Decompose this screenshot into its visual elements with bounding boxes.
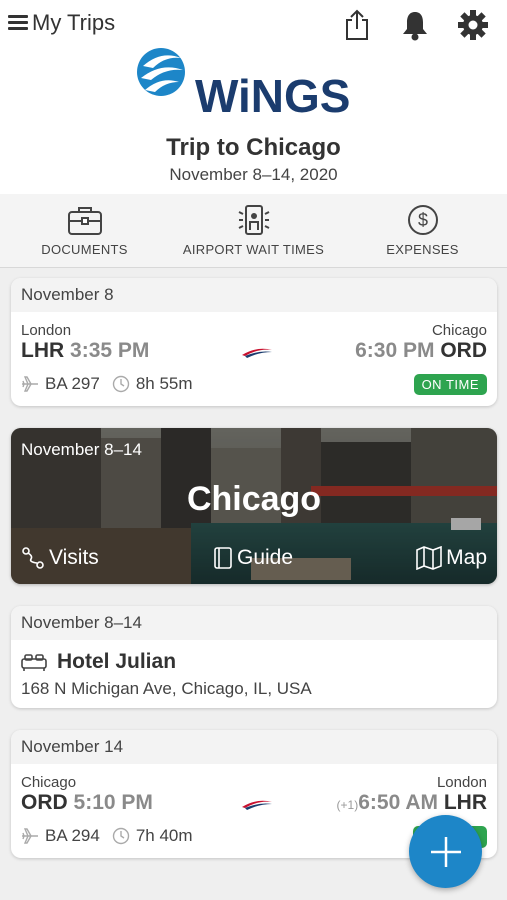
city-card-chicago[interactable]: November 8–14 Chicago Visits Guide Map	[11, 428, 497, 584]
expenses-button[interactable]: $ EXPENSES	[338, 194, 507, 267]
add-button[interactable]	[409, 815, 482, 888]
airline-logo-icon	[242, 348, 272, 358]
map-icon	[416, 546, 442, 570]
plane-icon	[22, 376, 38, 392]
destination-code: LHR	[443, 791, 487, 814]
arrival-time: 6:30 PM	[355, 339, 435, 362]
guide-button[interactable]: Guide	[213, 546, 293, 570]
airport-wait-times-button[interactable]: AIRPORT WAIT TIMES	[169, 194, 338, 267]
top-bar: My Trips	[0, 0, 507, 52]
documents-label: DOCUMENTS	[41, 242, 128, 257]
route-icon	[22, 547, 44, 569]
origin-code: LHR	[21, 339, 65, 362]
briefcase-icon	[67, 207, 102, 235]
clock-icon	[112, 375, 130, 393]
book-icon	[214, 547, 232, 569]
svg-text:WiNGS: WiNGS	[195, 70, 350, 116]
flight-duration: 7h 40m	[135, 826, 193, 845]
map-button[interactable]: Map	[416, 546, 487, 570]
hotel-card[interactable]: November 8–14 Hotel Julian 168 N Michiga…	[11, 606, 497, 708]
bell-icon[interactable]	[399, 8, 431, 42]
bed-icon	[21, 654, 47, 671]
wings-logo: WiNGS	[135, 46, 375, 122]
menu-label: My Trips	[32, 10, 116, 35]
expenses-label: EXPENSES	[386, 242, 459, 257]
origin-city: London	[21, 322, 72, 339]
destination-city: Chicago	[431, 322, 487, 339]
clock-icon	[112, 827, 130, 845]
departure-time: 5:10 PM	[73, 791, 153, 814]
gear-icon[interactable]	[457, 8, 489, 42]
flight-number: BA 297	[45, 374, 100, 393]
day-offset: (+1)	[336, 798, 359, 812]
hotel-address: 168 N Michigan Ave, Chicago, IL, USA	[21, 679, 312, 698]
destination-city: London	[436, 774, 487, 791]
plane-icon	[22, 828, 38, 844]
airport-icon	[238, 205, 269, 235]
airport-wait-times-label: AIRPORT WAIT TIMES	[182, 242, 325, 257]
svg-text:$: $	[417, 210, 427, 230]
plus-icon	[430, 836, 461, 867]
origin-city: Chicago	[21, 774, 77, 791]
dollar-icon: $	[407, 205, 438, 235]
trip-dates: November 8–14, 2020	[169, 165, 338, 184]
city-dates: November 8–14	[21, 440, 142, 459]
departure-time: 3:35 PM	[70, 339, 150, 362]
flight-card-outbound[interactable]: November 8 London Chicago LHR 3:35 PM 6:…	[11, 278, 497, 406]
hotel-name: Hotel Julian	[57, 650, 177, 673]
hotel-dates: November 8–14	[11, 606, 497, 640]
documents-button[interactable]: DOCUMENTS	[0, 194, 169, 267]
header: My Trips WiNGS Trip to Chicago November …	[0, 0, 507, 194]
airline-logo-icon	[242, 800, 272, 810]
flight-date: November 8	[11, 278, 497, 312]
guide-label: Guide	[237, 546, 294, 569]
trip-title: Trip to Chicago	[166, 134, 341, 161]
visits-button[interactable]: Visits	[21, 546, 99, 570]
status-badge: ON TIME	[413, 374, 487, 395]
city-name: Chicago	[186, 480, 322, 518]
origin-code: ORD	[21, 791, 68, 814]
destination-code: ORD	[440, 339, 487, 362]
map-label: Map	[446, 546, 487, 569]
visits-label: Visits	[49, 546, 99, 569]
share-icon[interactable]	[341, 8, 373, 42]
flight-date: November 14	[11, 730, 497, 764]
hamburger-icon	[8, 15, 28, 31]
trip-actions-bar: DOCUMENTS AIRPORT WAIT TIMES $ EXPENSES	[0, 194, 507, 268]
flight-number: BA 294	[45, 826, 100, 845]
flight-duration: 8h 55m	[135, 374, 193, 393]
my-trips-menu-button[interactable]: My Trips	[8, 10, 115, 36]
arrival-time: 6:50 AM	[358, 791, 438, 814]
